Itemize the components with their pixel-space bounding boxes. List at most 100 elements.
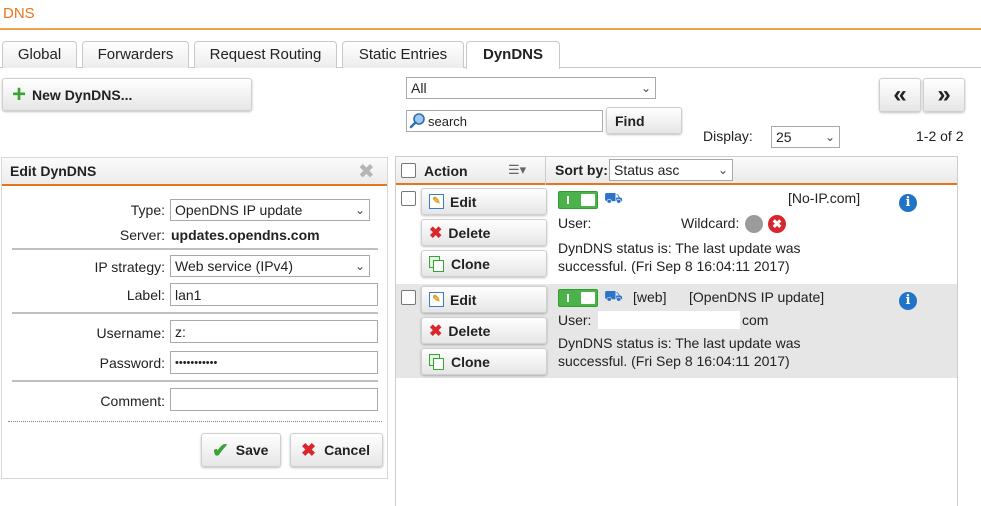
search-input[interactable]: search — [406, 110, 603, 132]
network-icon: ⛟ — [604, 190, 623, 207]
table-row: ✎ Edit ✖ Delete Clone ⛟ [web] [OpenDNS I… — [396, 284, 957, 378]
status-text: successful. (Fri Sep 8 16:04:11 2017) — [558, 258, 790, 274]
save-label: Save — [235, 442, 269, 458]
filter-select[interactable]: All ⌄ — [406, 77, 656, 99]
copy-icon — [429, 353, 445, 370]
display-count-value: 25 — [776, 129, 792, 145]
save-button[interactable]: ✔ Save — [201, 433, 281, 467]
status-text: successful. (Fri Sep 8 16:04:11 2017) — [558, 353, 790, 369]
next-page-button[interactable]: » — [923, 78, 965, 112]
chevron-down-icon: ⌄ — [824, 130, 836, 144]
delete-button[interactable]: ✖ Delete — [421, 317, 547, 344]
select-all-checkbox[interactable] — [401, 163, 416, 178]
delete-button[interactable]: ✖ Delete — [421, 219, 547, 246]
sort-value: Status asc — [614, 162, 680, 178]
edit-label: Edit — [450, 291, 477, 308]
ip-strategy-label: IP strategy: — [94, 259, 165, 275]
username-field[interactable]: z: — [170, 320, 378, 343]
entry-provider: [No-IP.com] — [788, 190, 861, 206]
close-icon: ✖ — [429, 224, 443, 242]
chevron-down-icon: ⌄ — [640, 81, 652, 95]
delete-label: Delete — [448, 322, 491, 339]
entry-name: [web] — [633, 289, 667, 305]
server-label: Server: — [119, 227, 165, 243]
sort-select[interactable]: Status asc ⌄ — [609, 159, 733, 181]
edit-icon: ✎ — [429, 194, 444, 209]
form-divider — [8, 421, 382, 422]
user-label: User: — [558, 312, 592, 328]
title-divider — [0, 28, 981, 30]
network-icon: ⛟ — [604, 288, 623, 305]
edit-button[interactable]: ✎ Edit — [421, 286, 547, 313]
close-icon[interactable]: ✖ — [358, 159, 375, 184]
paging-info: 1-2 of 2 — [916, 128, 964, 144]
enabled-toggle[interactable] — [558, 289, 598, 307]
label-label: Label: — [126, 287, 165, 303]
panel-header: Edit DynDNS ✖ — [2, 158, 387, 186]
chevron-down-icon: ⌄ — [354, 203, 366, 217]
wildcard-status-icon — [745, 215, 763, 233]
info-icon[interactable]: i — [899, 292, 917, 310]
username-label: Username: — [96, 325, 165, 341]
ip-strategy-value: Web service (IPv4) — [175, 258, 293, 274]
cancel-label: Cancel — [324, 442, 371, 458]
redacted-user-field — [598, 311, 740, 329]
info-icon[interactable]: i — [899, 194, 917, 212]
new-dyndns-button[interactable]: + New DynDNS... — [2, 78, 252, 111]
column-menu-icon[interactable]: ☰▾ — [508, 162, 526, 178]
row-checkbox[interactable] — [401, 191, 416, 206]
edit-label: Edit — [450, 193, 477, 210]
edit-dyndns-panel: Edit DynDNS ✖ Type: OpenDNS IP update ⌄ … — [1, 157, 388, 479]
clone-label: Clone — [451, 353, 490, 370]
user-value: com — [742, 312, 769, 328]
grid-header: Action ☰▾ Sort by: Status asc ⌄ — [396, 156, 957, 185]
enabled-toggle[interactable] — [558, 191, 598, 209]
tab-dyndns[interactable]: DynDNS — [466, 41, 560, 69]
form-divider — [12, 312, 378, 314]
tab-forwarders[interactable]: Forwarders — [82, 41, 189, 68]
tab-static-entries[interactable]: Static Entries — [342, 41, 464, 68]
status-text: DynDNS status is: The last update was — [558, 335, 801, 351]
close-icon: ✖ — [301, 439, 317, 460]
status-text: DynDNS status is: The last update was — [558, 240, 801, 256]
wildcard-disabled-icon: ✖ — [768, 215, 786, 233]
comment-label: Comment: — [100, 393, 165, 409]
comment-field[interactable] — [170, 388, 378, 411]
ip-strategy-select[interactable]: Web service (IPv4) ⌄ — [170, 255, 370, 277]
type-label: Type: — [130, 202, 165, 218]
password-field[interactable]: ••••••••••• — [170, 351, 378, 374]
panel-title: Edit DynDNS — [10, 163, 97, 179]
clone-button[interactable]: Clone — [421, 348, 547, 375]
copy-icon — [429, 255, 445, 272]
close-icon: ✖ — [429, 322, 443, 340]
tab-bar: Global Forwarders Request Routing Static… — [0, 40, 981, 69]
sort-label: Sort by: — [555, 162, 608, 178]
row-checkbox[interactable] — [401, 290, 416, 305]
cancel-button[interactable]: ✖ Cancel — [290, 433, 383, 467]
header-divider — [545, 157, 546, 185]
display-count-select[interactable]: 25 ⌄ — [771, 126, 840, 148]
search-placeholder: search — [428, 113, 468, 129]
find-button[interactable]: Find — [606, 107, 682, 134]
checkmark-icon: ✔ — [212, 439, 229, 462]
clone-button[interactable]: Clone — [421, 250, 547, 277]
page-title: DNS — [3, 5, 35, 22]
tab-global[interactable]: Global — [2, 41, 77, 68]
action-column-header: Action — [424, 163, 468, 179]
filter-value: All — [411, 80, 427, 96]
form-divider — [12, 380, 378, 382]
new-dyndns-label: New DynDNS... — [32, 86, 133, 103]
tab-request-routing[interactable]: Request Routing — [194, 41, 337, 68]
user-label: User: — [558, 215, 592, 231]
server-value: updates.opendns.com — [171, 227, 320, 243]
dyndns-grid: Action ☰▾ Sort by: Status asc ⌄ ✎ Edit ✖… — [395, 156, 958, 506]
wildcard-label: Wildcard: — [681, 215, 740, 231]
label-field[interactable]: lan1 — [170, 283, 378, 306]
edit-button[interactable]: ✎ Edit — [421, 188, 547, 215]
chevron-down-icon: ⌄ — [354, 259, 366, 273]
find-label: Find — [615, 112, 645, 129]
entry-provider: [OpenDNS IP update] — [689, 289, 825, 305]
prev-page-button[interactable]: « — [879, 78, 921, 112]
type-select[interactable]: OpenDNS IP update ⌄ — [170, 199, 370, 221]
search-icon — [409, 113, 425, 129]
